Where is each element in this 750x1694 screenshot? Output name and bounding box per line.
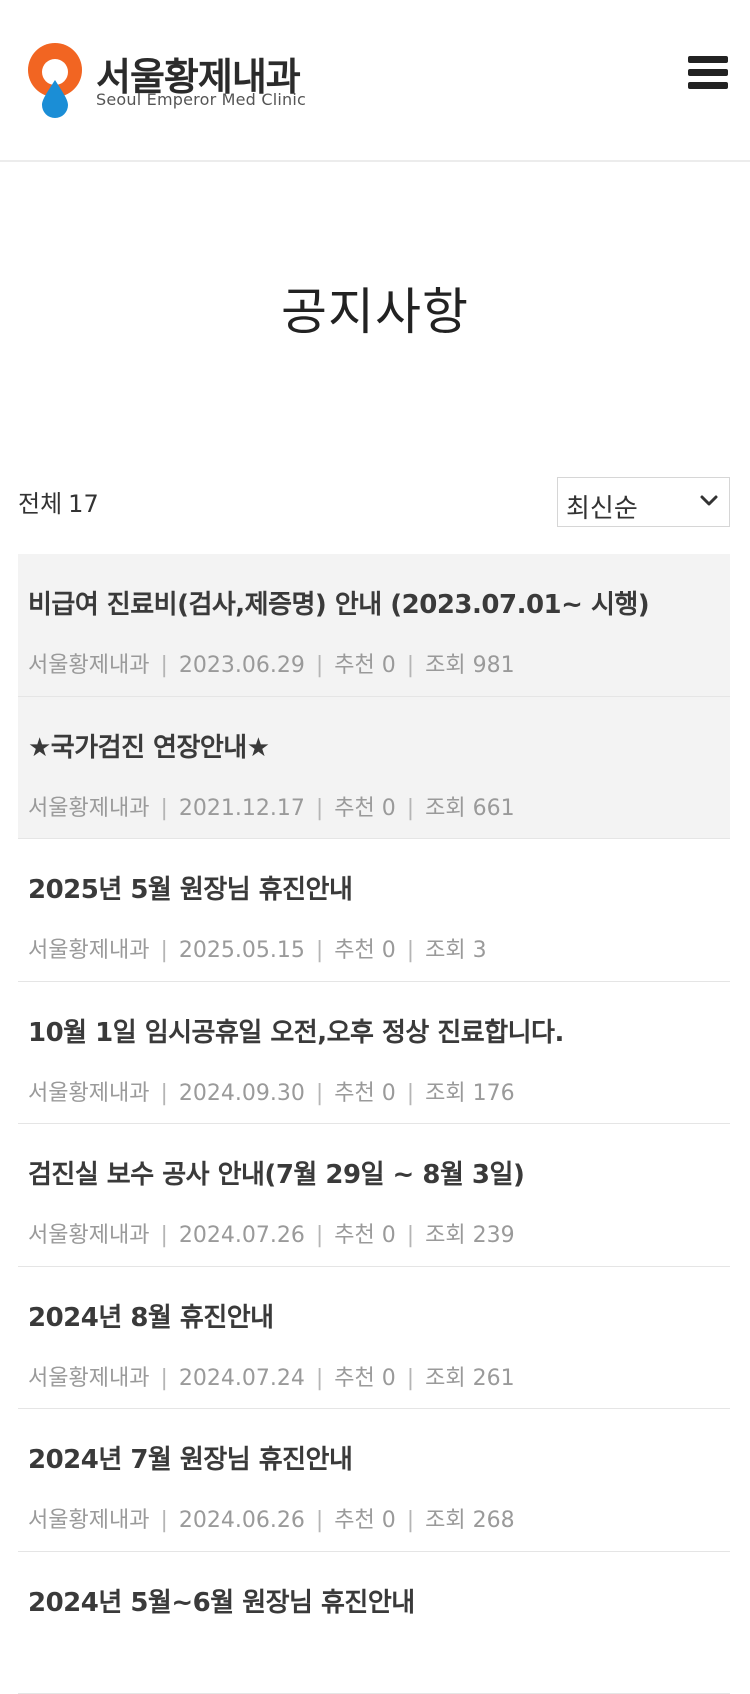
sort-select[interactable]: 최신순 — [557, 477, 730, 527]
meta-divider: | — [316, 653, 323, 678]
meta-divider: | — [316, 1223, 323, 1248]
site-header: 서울황제내과 Seoul Emperor Med Clinic — [0, 0, 750, 162]
post-meta: 서울황제내과 | 2024.07.26 | 추천 0 | 조회 239 — [28, 1217, 515, 1249]
post-meta: 서울황제내과 | 2024.09.30 | 추천 0 | 조회 176 — [28, 1075, 515, 1107]
post-title[interactable]: 2024년 7월 원장님 휴진안내 — [28, 1439, 352, 1476]
post-item[interactable]: 비급여 진료비(검사,제증명) 안내 (2023.07.01~ 시행) 서울황제… — [18, 554, 730, 697]
post-date: 2023.06.29 — [179, 653, 305, 678]
post-meta: 서울황제내과 | 2023.06.29 | 추천 0 | 조회 981 — [28, 647, 515, 679]
post-title[interactable]: 비급여 진료비(검사,제증명) 안내 (2023.07.01~ 시행) — [28, 584, 649, 621]
total-number: 17 — [68, 490, 99, 518]
meta-divider: | — [407, 1081, 414, 1106]
meta-divider: | — [160, 938, 167, 963]
total-label: 전체 — [18, 490, 62, 518]
meta-divider: | — [316, 938, 323, 963]
post-title[interactable]: 2024년 5월~6월 원장님 휴진안내 — [28, 1582, 415, 1619]
post-recommend: 추천 0 — [334, 1508, 395, 1533]
post-views: 조회 176 — [425, 1081, 514, 1106]
post-date: 2025.05.15 — [179, 938, 305, 963]
sort-selected-value: 최신순 — [566, 488, 638, 525]
post-views: 조회 981 — [425, 653, 514, 678]
post-meta: 서울황제내과 | 2021.12.17 | 추천 0 | 조회 661 — [28, 790, 515, 822]
meta-divider: | — [316, 1081, 323, 1106]
menu-icon[interactable] — [688, 56, 728, 90]
post-author: 서울황제내과 — [28, 1081, 149, 1106]
post-author: 서울황제내과 — [28, 1508, 149, 1533]
meta-divider: | — [160, 1081, 167, 1106]
chevron-down-icon — [699, 491, 719, 511]
total-count: 전체17 — [18, 484, 99, 519]
post-item[interactable]: ★국가검진 연장안내★ 서울황제내과 | 2021.12.17 | 추천 0 | 조회 66… — [18, 697, 730, 840]
meta-divider: | — [407, 938, 414, 963]
post-item[interactable]: 2025년 5월 원장님 휴진안내 서울황제내과 | 2025.05.15 | 추천 0… — [18, 839, 730, 982]
logo-english-name: Seoul Emperor Med Clinic — [96, 90, 306, 109]
meta-divider: | — [407, 796, 414, 821]
post-title[interactable]: 10월 1일 임시공휴일 오전,오후 정상 진료합니다. — [28, 1012, 564, 1049]
post-title[interactable]: ★국가검진 연장안내★ — [28, 727, 270, 764]
post-author: 서울황제내과 — [28, 938, 149, 963]
post-recommend: 추천 0 — [334, 1081, 395, 1106]
meta-divider: | — [160, 653, 167, 678]
meta-divider: | — [160, 1508, 167, 1533]
post-meta: 서울황제내과 | 2024.07.24 | 추천 0 | 조회 261 — [28, 1360, 515, 1392]
post-date: 2024.07.26 — [179, 1223, 305, 1248]
meta-divider: | — [407, 1366, 414, 1391]
post-title[interactable]: 2024년 8월 휴진안내 — [28, 1297, 274, 1334]
post-item[interactable]: 2024년 8월 휴진안내 서울황제내과 | 2024.07.24 | 추천 0 | 조회 … — [18, 1267, 730, 1410]
meta-divider: | — [407, 1508, 414, 1533]
post-author: 서울황제내과 — [28, 1223, 149, 1248]
meta-divider: | — [316, 1508, 323, 1533]
post-date: 2024.07.24 — [179, 1366, 305, 1391]
post-recommend: 추천 0 — [334, 796, 395, 821]
post-views: 조회 3 — [425, 938, 486, 963]
post-title[interactable]: 검진실 보수 공사 안내(7월 29일 ~ 8월 3일) — [28, 1154, 524, 1191]
post-author: 서울황제내과 — [28, 653, 149, 678]
post-item[interactable]: 10월 1일 임시공휴일 오전,오후 정상 진료합니다. 서울황제내과 | 2024… — [18, 982, 730, 1125]
post-recommend: 추천 0 — [334, 1223, 395, 1248]
post-views: 조회 268 — [425, 1508, 514, 1533]
post-date: 2021.12.17 — [179, 796, 305, 821]
post-date: 2024.06.26 — [179, 1508, 305, 1533]
post-meta: 서울황제내과 | 2024.06.26 | 추천 0 | 조회 268 — [28, 1502, 515, 1534]
post-item[interactable]: 검진실 보수 공사 안내(7월 29일 ~ 8월 3일) 서울황제내과 | 2024… — [18, 1124, 730, 1267]
post-list: 비급여 진료비(검사,제증명) 안내 (2023.07.01~ 시행) 서울황제… — [18, 554, 730, 1694]
post-meta: 서울황제내과 | 2025.05.15 | 추천 0 | 조회 3 — [28, 932, 487, 964]
meta-divider: | — [160, 1223, 167, 1248]
post-date: 2024.09.30 — [179, 1081, 305, 1106]
meta-divider: | — [160, 796, 167, 821]
post-recommend: 추천 0 — [334, 1366, 395, 1391]
meta-divider: | — [407, 1223, 414, 1248]
post-author: 서울황제내과 — [28, 1366, 149, 1391]
post-author: 서울황제내과 — [28, 796, 149, 821]
post-views: 조회 261 — [425, 1366, 514, 1391]
post-recommend: 추천 0 — [334, 938, 395, 963]
clinic-logo[interactable]: 서울황제내과 Seoul Emperor Med Clinic — [26, 42, 316, 118]
logo-mark-icon — [26, 42, 88, 118]
meta-divider: | — [407, 653, 414, 678]
post-views: 조회 661 — [425, 796, 514, 821]
post-item[interactable]: 2024년 7월 원장님 휴진안내 서울황제내과 | 2024.06.26 | 추천 0… — [18, 1409, 730, 1552]
meta-divider: | — [160, 1366, 167, 1391]
meta-divider: | — [316, 796, 323, 821]
meta-divider: | — [316, 1366, 323, 1391]
page-title: 공지사항 — [0, 272, 750, 344]
post-recommend: 추천 0 — [334, 653, 395, 678]
post-title[interactable]: 2025년 5월 원장님 휴진안내 — [28, 869, 352, 906]
post-views: 조회 239 — [425, 1223, 514, 1248]
